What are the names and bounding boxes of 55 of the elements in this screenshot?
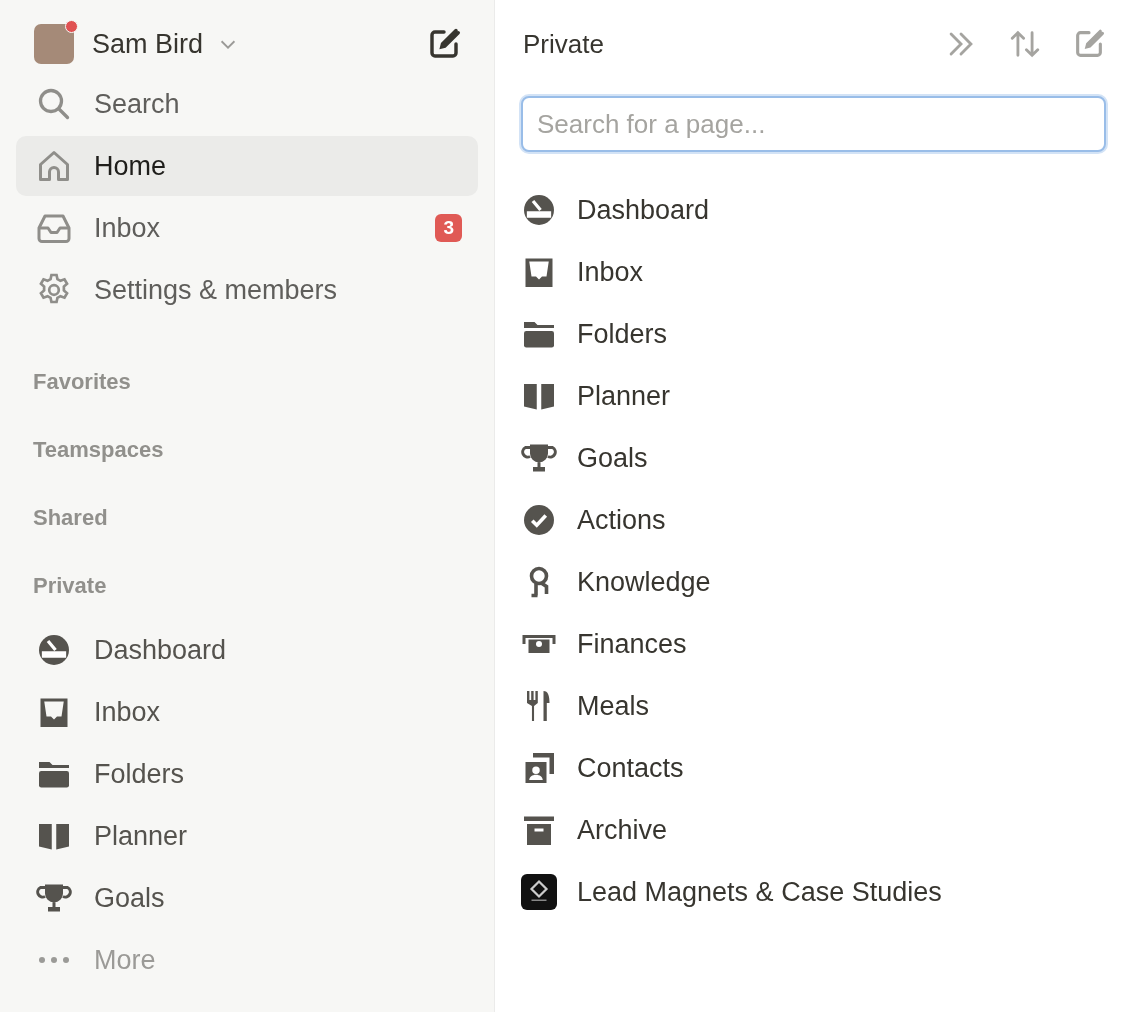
panel-title: Private [523, 28, 604, 60]
nav-item[interactable]: Settings & members [16, 260, 478, 320]
page-label: Inbox [577, 256, 644, 288]
page-label: Folders [94, 758, 185, 790]
page-label: Lead Magnets & Case Studies [577, 876, 942, 908]
page-item[interactable]: Dashboard [16, 620, 478, 680]
home-icon [36, 148, 72, 184]
page-label: Knowledge [577, 566, 711, 598]
page-item[interactable]: Folders [521, 304, 1106, 364]
check-circle-icon [521, 502, 557, 538]
page-item[interactable]: Goals [16, 868, 478, 928]
unread-count: 3 [435, 214, 462, 242]
nav-item[interactable]: Search [16, 74, 478, 134]
page-label: Goals [94, 882, 165, 914]
page-item[interactable]: Dashboard [521, 180, 1106, 240]
page-item[interactable]: Goals [521, 428, 1106, 488]
page-item[interactable]: Contacts [521, 738, 1106, 798]
nav-label: Inbox [94, 212, 161, 244]
page-item[interactable]: Planner [521, 366, 1106, 426]
page-item[interactable]: Lead Magnets & Case Studies [521, 862, 1106, 922]
search-field[interactable]: Search for a page... [521, 96, 1106, 152]
logo-icon [521, 874, 557, 910]
page-item[interactable]: Actions [521, 490, 1106, 550]
page-item[interactable]: Planner [16, 806, 478, 866]
page-item[interactable]: Meals [521, 676, 1106, 736]
gauge-icon [521, 192, 557, 228]
page-label: Planner [577, 380, 671, 412]
page-label: More [94, 944, 156, 976]
page-label: Dashboard [577, 194, 710, 226]
page-item[interactable]: Knowledge [521, 552, 1106, 612]
page-label: Contacts [577, 752, 684, 784]
gauge-icon [36, 632, 72, 668]
page-item[interactable]: Finances [521, 614, 1106, 674]
search-icon [36, 86, 72, 122]
page-item[interactable]: Inbox [16, 682, 478, 742]
page-label: Planner [94, 820, 188, 852]
more-icon [39, 957, 69, 963]
page-label: Archive [577, 814, 668, 846]
page-label: Actions [577, 504, 666, 536]
nav-label: Search [94, 88, 180, 120]
page-item[interactable]: Inbox [521, 242, 1106, 302]
workspace-switcher[interactable]: Sam Bird [92, 28, 240, 60]
page-label: Dashboard [94, 634, 227, 666]
page-label: Finances [577, 628, 687, 660]
page-label: Inbox [94, 696, 161, 728]
nav-item[interactable]: Home [16, 136, 478, 196]
nav-item[interactable]: Inbox 3 [16, 198, 478, 258]
nav-label: Home [94, 150, 167, 182]
page-item[interactable]: Folders [16, 744, 478, 804]
page-label: Meals [577, 690, 650, 722]
page-item[interactable]: Archive [521, 800, 1106, 860]
avatar-placeholder [34, 24, 74, 64]
page-label: Goals [577, 442, 648, 474]
page-label: Folders [577, 318, 668, 350]
nav-label: Settings & members [94, 274, 338, 306]
